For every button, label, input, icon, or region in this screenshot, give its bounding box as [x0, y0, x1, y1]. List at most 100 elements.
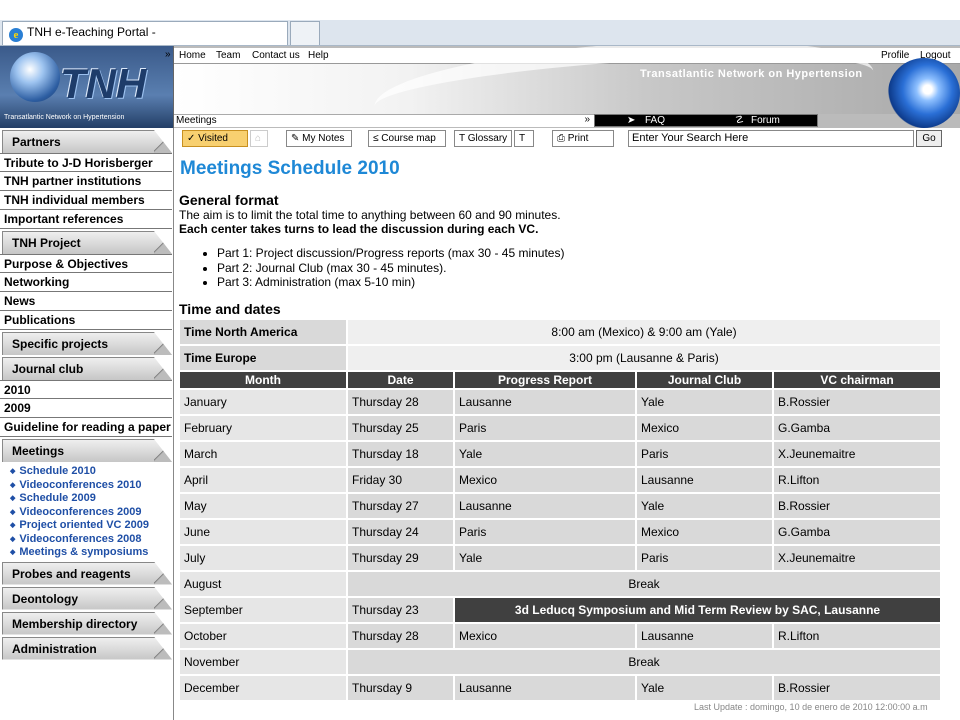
sidebar-section-deontology[interactable]: Deontology	[2, 586, 172, 610]
column-header: VC chairman	[774, 372, 940, 388]
column-header: Month	[180, 372, 346, 388]
table-cell: B.Rossier	[774, 676, 940, 700]
sidebar-item[interactable]: Networking	[0, 273, 172, 292]
logo-tagline: Transatlantic Network on Hypertension	[4, 114, 125, 121]
table-cell: R.Lifton	[774, 624, 940, 648]
print-label: Print	[567, 133, 589, 144]
table-cell: Friday 30	[348, 468, 453, 492]
page: TNH Transatlantic Network on Hypertensio…	[0, 46, 960, 720]
table-cell: Thursday 25	[348, 416, 453, 440]
arrow-icon: ➤	[627, 115, 636, 126]
table-row: June Thursday 24 Paris Mexico G.Gamba	[180, 520, 940, 544]
table-cell: Paris	[455, 416, 635, 440]
sidebar-item[interactable]: Publications	[0, 311, 172, 330]
nav-home[interactable]: Home	[179, 50, 206, 61]
sidebar-item[interactable]: TNH partner institutions	[0, 172, 172, 191]
new-tab-button[interactable]	[290, 21, 320, 45]
glossary-button[interactable]: T Glossary	[454, 130, 512, 147]
page-title: Meetings Schedule 2010	[180, 158, 400, 179]
table-row: May Thursday 27 Lausanne Yale B.Rossier	[180, 494, 940, 518]
table-cell: X.Jeunemaitre	[774, 546, 940, 570]
sidebar: Partners Tribute to J-D Horisberger TNH …	[0, 128, 174, 720]
table-cell: B.Rossier	[774, 390, 940, 414]
banner: Transatlantic Network on Hypertension	[174, 46, 960, 152]
sidebar-item[interactable]: Important references	[0, 210, 172, 229]
table-cell: Thursday 29	[348, 546, 453, 570]
list-item: Part 2: Journal Club (max 30 - 45 minute…	[217, 261, 939, 276]
table-cell: Paris	[455, 520, 635, 544]
visited-button[interactable]: ✓ Visited	[182, 130, 248, 147]
faq-link[interactable]: FAQ	[645, 115, 665, 126]
search-input[interactable]: Enter Your Search Here	[628, 130, 914, 147]
sidebar-subitem[interactable]: Videoconferences 2009	[0, 506, 173, 520]
breadcrumb-label: Meetings	[176, 115, 217, 126]
time-value: 8:00 am (Mexico) & 9:00 am (Yale)	[348, 320, 940, 344]
breadcrumb: Meetings »	[174, 114, 594, 127]
table-row: September Thursday 23 3d Leducq Symposium …	[180, 598, 940, 622]
text-size-button[interactable]: T	[514, 130, 534, 147]
table-cell: April	[180, 468, 346, 492]
table-cell: Mexico	[637, 520, 772, 544]
table-cell: 3d Leducq Symposium and Mid Term Review …	[455, 598, 940, 622]
table-cell: January	[180, 390, 346, 414]
sidebar-section-probes[interactable]: Probes and reagents	[2, 561, 172, 585]
schedule-table: Time North America 8:00 am (Mexico) & 9:0…	[178, 318, 942, 702]
list-item: Part 1: Project discussion/Progress repo…	[217, 246, 939, 261]
table-cell: Mexico	[637, 416, 772, 440]
browser-tab-bar: e TNH e-Teaching Portal -	[0, 20, 960, 46]
sidebar-section-administration[interactable]: Administration	[2, 636, 172, 660]
general-format-text-bold: Each center takes turns to lead the disc…	[179, 222, 539, 236]
sidebar-subitem[interactable]: Meetings & symposiums	[0, 546, 173, 560]
home-icon[interactable]: ⌂	[250, 130, 268, 147]
sidebar-section-specific-projects[interactable]: Specific projects	[2, 332, 172, 355]
sidebar-subitem[interactable]: Videoconferences 2010	[0, 479, 173, 493]
table-cell: Break	[348, 650, 940, 674]
sidebar-subitem[interactable]: Schedule 2009	[0, 492, 173, 506]
table-row: February Thursday 25 Paris Mexico G.Gamba	[180, 416, 940, 440]
sidebar-item[interactable]: TNH individual members	[0, 191, 172, 210]
sidebar-subitem[interactable]: Project oriented VC 2009	[0, 519, 173, 533]
table-cell: September	[180, 598, 346, 622]
sidebar-item[interactable]: 2009	[0, 399, 172, 418]
table-cell: Lausanne	[637, 624, 772, 648]
tnh-logo[interactable]: TNH Transatlantic Network on Hypertensio…	[0, 46, 174, 128]
go-button[interactable]: Go	[916, 130, 942, 147]
sidebar-section-meetings[interactable]: Meetings	[2, 439, 172, 462]
table-cell: Lausanne	[455, 390, 635, 414]
table-cell: Mexico	[455, 624, 635, 648]
print-icon: ⎙	[557, 133, 568, 144]
sidebar-subitem[interactable]: Videoconferences 2008	[0, 533, 173, 547]
banner-flower-image	[888, 58, 960, 128]
sidebar-section-membership[interactable]: Membership directory	[2, 611, 172, 635]
table-cell: November	[180, 650, 346, 674]
nav-profile[interactable]: Profile	[881, 50, 909, 61]
nav-team[interactable]: Team	[216, 50, 240, 61]
my-notes-button[interactable]: ✎ My Notes	[286, 130, 352, 147]
browser-tab[interactable]: e TNH e-Teaching Portal -	[2, 21, 288, 45]
sidebar-section-partners[interactable]: Partners	[2, 130, 172, 153]
table-cell: Lausanne	[455, 676, 635, 700]
table-row: Time Europe 3:00 pm (Lausanne & Paris)	[180, 346, 940, 370]
sidebar-subitem[interactable]: Schedule 2010	[0, 465, 173, 479]
sidebar-item[interactable]: Tribute to J-D Horisberger	[0, 153, 172, 172]
nav-contact[interactable]: Contact us	[252, 50, 300, 61]
time-value: 3:00 pm (Lausanne & Paris)	[348, 346, 940, 370]
tab-title: TNH e-Teaching Portal -	[27, 25, 156, 39]
banner-title: Transatlantic Network on Hypertension	[640, 68, 863, 80]
logo-text: TNH	[60, 60, 147, 107]
table-cell: Thursday 27	[348, 494, 453, 518]
sidebar-section-tnh-project[interactable]: TNH Project	[2, 231, 172, 254]
sidebar-section-journal-club[interactable]: Journal club	[2, 357, 172, 380]
sidebar-item[interactable]: 2010	[0, 380, 172, 399]
forum-link[interactable]: Forum	[751, 115, 780, 126]
sidebar-item[interactable]: News	[0, 292, 172, 311]
table-row: April Friday 30 Mexico Lausanne R.Lifton	[180, 468, 940, 492]
print-button[interactable]: ⎙ Print	[552, 130, 614, 147]
sidebar-item[interactable]: Purpose & Objectives	[0, 254, 172, 273]
browser-icon: e	[9, 28, 23, 42]
course-map-button[interactable]: ≤ Course map	[368, 130, 446, 147]
time-label: Time Europe	[180, 346, 346, 370]
sidebar-item[interactable]: Guideline for reading a paper	[0, 418, 172, 437]
nav-help[interactable]: Help	[308, 50, 329, 61]
table-cell: Break	[348, 572, 940, 596]
